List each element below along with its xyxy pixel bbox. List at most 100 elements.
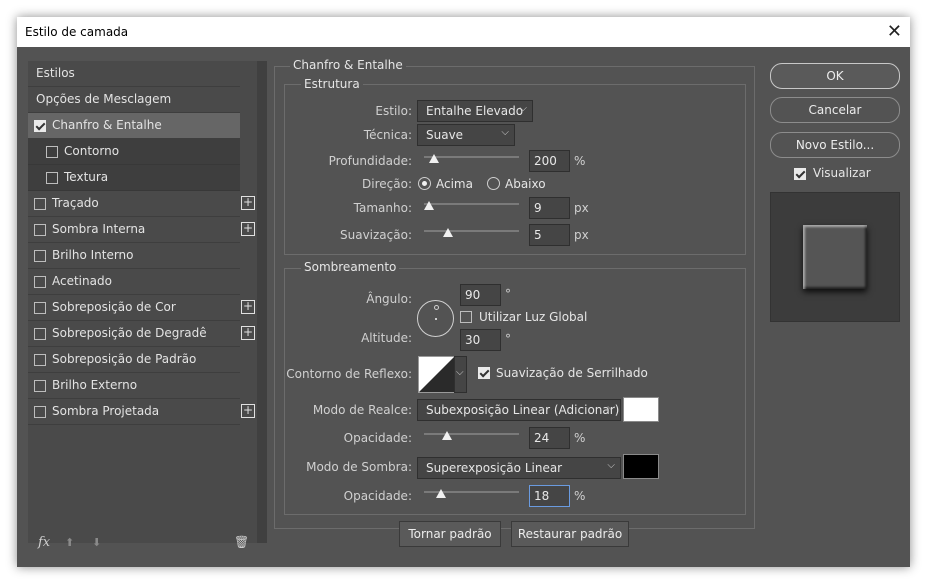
style-item-10[interactable]: Sobreposição de Degradê +: [28, 321, 255, 347]
tamanho-slider[interactable]: [424, 203, 519, 205]
direcao-abaixo-radio[interactable]: [487, 177, 500, 190]
angle-dial-center: [435, 318, 437, 320]
tamanho-value: 9: [534, 201, 542, 215]
realce-label: Modo de Realce:: [312, 403, 412, 417]
ok-button[interactable]: OK: [770, 63, 900, 89]
style-item-label: Sobreposição de Cor: [52, 300, 176, 314]
chevron-down-icon: ⌵: [607, 460, 615, 471]
direcao-label: Direção:: [362, 177, 412, 191]
style-item-13[interactable]: Sombra Projetada +: [28, 399, 255, 425]
style-item-label: Sombra Projetada: [52, 404, 160, 418]
gloss-contour-picker[interactable]: [418, 356, 455, 393]
sombra-select[interactable]: Superexposição Linear ⌵: [417, 457, 621, 479]
altitude-input[interactable]: 30: [460, 329, 501, 351]
tamanho-input[interactable]: 9: [529, 197, 570, 219]
style-item-5[interactable]: Traçado +: [28, 191, 255, 217]
styles-list-scrollbar[interactable]: [257, 61, 267, 543]
sombra-color-swatch[interactable]: [623, 454, 659, 479]
style-item-7[interactable]: Brilho Interno: [28, 243, 240, 269]
new-style-button[interactable]: Novo Estilo...: [770, 132, 900, 158]
style-item-0[interactable]: Estilos: [28, 61, 240, 87]
add-instance-icon[interactable]: +: [241, 196, 255, 210]
style-item-checkbox[interactable]: [34, 198, 46, 210]
profundidade-input[interactable]: 200: [529, 150, 570, 172]
angulo-input[interactable]: 90: [460, 284, 501, 306]
opacidade1-label: Opacidade:: [343, 431, 412, 445]
dialog-title: Estilo de camada: [25, 25, 129, 39]
style-item-checkbox[interactable]: [34, 224, 46, 236]
suavizacao-slider-thumb[interactable]: [442, 228, 453, 237]
layer-style-dialog: Estilo de camada ✕ Estilos Opções de Mesc…: [17, 17, 910, 567]
opacidade-realce-slider-thumb[interactable]: [441, 431, 452, 440]
style-item-checkbox[interactable]: [34, 302, 46, 314]
style-item-checkbox[interactable]: [34, 328, 46, 340]
title-bar: Estilo de camada ✕: [17, 17, 910, 47]
style-item-8[interactable]: Acetinado: [28, 269, 240, 295]
preview-swatch: [803, 225, 867, 289]
style-item-checkbox[interactable]: [34, 406, 46, 418]
altitude-value: 30: [465, 333, 481, 347]
realce-color-swatch[interactable]: [623, 397, 659, 422]
luz-global-checkbox[interactable]: [460, 311, 472, 323]
make-default-button[interactable]: Tornar padrão: [399, 521, 501, 547]
style-item-6[interactable]: Sombra Interna +: [28, 217, 255, 243]
estilo-label: Estilo:: [375, 104, 412, 118]
style-item-checkbox[interactable]: [34, 276, 46, 288]
tecnica-label: Técnica:: [363, 128, 412, 142]
style-item-label: Traçado: [52, 196, 99, 210]
reset-default-button[interactable]: Restaurar padrão: [511, 521, 629, 547]
preview-checkbox[interactable]: [794, 168, 806, 180]
move-down-icon[interactable]: ⬇: [92, 536, 101, 549]
add-instance-icon[interactable]: +: [241, 404, 255, 418]
style-item-checkbox[interactable]: [34, 120, 46, 132]
cancel-button[interactable]: Cancelar: [770, 97, 900, 123]
style-item-checkbox[interactable]: [34, 250, 46, 262]
style-item-checkbox[interactable]: [46, 172, 58, 184]
style-item-11[interactable]: Sobreposição de Padrão: [28, 347, 240, 373]
sombra-value: Superexposição Linear: [426, 461, 563, 475]
tecnica-select[interactable]: Suave ⌵: [417, 124, 515, 146]
suavizacao-value: 5: [534, 228, 542, 242]
close-icon[interactable]: ✕: [887, 21, 902, 42]
tamanho-unit: px: [574, 201, 589, 215]
tamanho-slider-thumb[interactable]: [423, 201, 434, 210]
angulo-value: 90: [465, 288, 481, 302]
style-item-1[interactable]: Opções de Mesclagem: [28, 87, 240, 113]
style-item-checkbox[interactable]: [46, 146, 58, 158]
style-item-checkbox[interactable]: [34, 380, 46, 392]
suavizacao-input[interactable]: 5: [529, 224, 570, 246]
style-item-label: Sobreposição de Degradê: [52, 326, 207, 340]
realce-select[interactable]: Subexposição Linear (Adicionar) ⌵: [417, 399, 621, 421]
angle-dial[interactable]: [417, 300, 454, 337]
serrilhado-checkbox[interactable]: [478, 367, 490, 379]
opacidade-sombra-slider-thumb[interactable]: [436, 489, 447, 498]
tecnica-value: Suave: [426, 128, 464, 142]
chevron-down-icon: ⌵: [501, 127, 509, 138]
move-up-icon[interactable]: ⬆: [65, 536, 74, 549]
style-item-3[interactable]: Contorno: [28, 139, 240, 165]
opacidade-sombra-input[interactable]: 18: [529, 485, 570, 507]
add-instance-icon[interactable]: +: [241, 300, 255, 314]
opacidade-realce-slider[interactable]: [424, 433, 519, 435]
add-instance-icon[interactable]: +: [241, 326, 255, 340]
style-item-12[interactable]: Brilho Externo: [28, 373, 240, 399]
profundidade-slider-thumb[interactable]: [428, 154, 439, 163]
estilo-value: Entalhe Elevado: [426, 104, 524, 118]
suavizacao-slider[interactable]: [424, 230, 519, 232]
gloss-contour-dropdown[interactable]: ⌵: [454, 356, 467, 393]
style-item-checkbox[interactable]: [34, 354, 46, 366]
estilo-select[interactable]: Entalhe Elevado ⌵: [417, 100, 533, 122]
style-item-label: Brilho Interno: [52, 248, 134, 262]
style-item-4[interactable]: Textura: [28, 165, 240, 191]
chevron-down-icon: ⌵: [607, 402, 615, 413]
direcao-acima-radio[interactable]: [418, 177, 431, 190]
style-item-9[interactable]: Sobreposição de Cor +: [28, 295, 255, 321]
angle-dial-handle: [434, 305, 439, 310]
opacidade-realce-input[interactable]: 24: [529, 427, 570, 449]
style-item-2[interactable]: Chanfro & Entalhe: [28, 113, 240, 139]
altitude-unit: °: [505, 332, 511, 346]
trash-icon[interactable]: 🗑: [234, 535, 249, 549]
profundidade-unit: %: [574, 154, 586, 168]
add-instance-icon[interactable]: +: [241, 222, 255, 236]
fx-icon[interactable]: fx: [38, 535, 50, 550]
